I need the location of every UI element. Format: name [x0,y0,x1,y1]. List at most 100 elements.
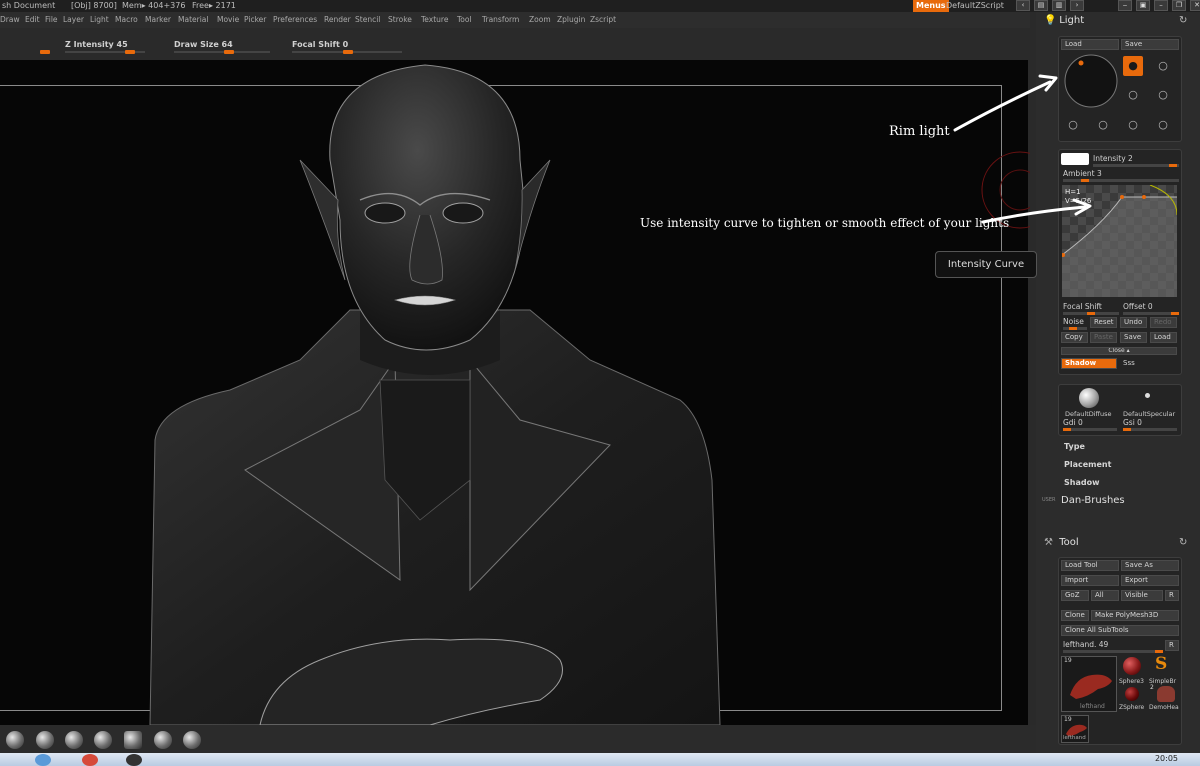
light-bulb-icon[interactable]: ○ [1153,115,1173,135]
light-bulb-icon[interactable]: ○ [1153,85,1173,105]
layout-icon[interactable]: ▤ [1034,0,1048,11]
sphere3-icon[interactable] [1123,657,1141,675]
z-intensity-knob[interactable] [125,50,135,54]
goz-visible-button[interactable]: Visible [1121,590,1163,601]
draw-size-slider[interactable]: Draw Size 64 [174,40,270,54]
reset-icon[interactable]: ↻ [1179,15,1187,26]
material-cube-icon[interactable] [124,731,142,749]
minimize-window-icon[interactable]: – [1154,0,1168,11]
shadow-section[interactable]: Shadow [1064,478,1099,487]
z-intensity-slider[interactable]: Z Intensity 45 [65,40,145,54]
material-sphere-icon[interactable] [154,731,172,749]
minimize-icon[interactable]: ‒ [1118,0,1132,11]
layout-icon-2[interactable]: ▥ [1052,0,1066,11]
menu-draw[interactable]: Draw [0,12,20,28]
ambient-slider[interactable]: Ambient 3 [1063,169,1179,183]
curve-undo-button[interactable]: Undo [1120,317,1147,328]
curve-noise-slider[interactable]: Noise [1063,317,1087,331]
clone-all-subtools-button[interactable]: Clone All SubTools [1061,625,1179,636]
light-bulb-icon[interactable]: ○ [1093,115,1113,135]
dan-brushes-palette-title[interactable]: Dan-Brushes [1061,495,1125,506]
gsi-slider[interactable]: Gsi 0 [1123,418,1177,432]
light-bulb-icon[interactable]: ● [1123,56,1143,76]
placement-section[interactable]: Placement [1064,460,1111,469]
menu-zscript[interactable]: Zscript [590,12,616,28]
shadow-tab-button[interactable]: Shadow [1061,358,1117,369]
export-button[interactable]: Export [1121,575,1179,586]
menu-zplugin[interactable]: Zplugin [557,12,585,28]
curve-load-button[interactable]: Load [1150,332,1177,343]
menu-picker[interactable]: Picker [244,12,266,28]
menu-movie[interactable]: Movie [217,12,239,28]
light-bulb-icon[interactable]: ○ [1123,115,1143,135]
material-sphere-icon[interactable] [6,731,24,749]
app-icon[interactable] [126,754,142,766]
menu-transform[interactable]: Transform [482,12,519,28]
material-sphere-icon[interactable] [94,731,112,749]
browser-icon[interactable] [82,754,98,766]
menu-tool[interactable]: Tool [457,12,472,28]
menu-material[interactable]: Material [178,12,208,28]
light-palette-title[interactable]: 💡 Light [1044,15,1084,26]
menus-toggle-button[interactable]: Menus [913,0,949,12]
menu-macro[interactable]: Macro [115,12,138,28]
light-save-button[interactable]: Save [1121,39,1179,50]
goz-all-button[interactable]: All [1091,590,1119,601]
curve-save-button[interactable]: Save [1120,332,1147,343]
light-placement-sphere[interactable] [1063,53,1119,109]
curve-copy-button[interactable]: Copy [1061,332,1088,343]
default-zscript-button[interactable]: DefaultZScript [946,0,1004,12]
simplebrush-icon[interactable]: S [1155,654,1167,674]
material-sphere-icon[interactable] [36,731,54,749]
gdi-slider[interactable]: Gdi 0 [1063,418,1117,432]
draw-size-knob[interactable] [224,50,234,54]
focal-shift-slider[interactable]: Focal Shift 0 [292,40,402,54]
zsphere-icon[interactable] [1125,687,1139,701]
close-icon[interactable]: ✕ [1190,0,1200,11]
rgb-slider[interactable] [40,40,50,54]
restore-icon[interactable]: ❐ [1172,0,1186,11]
light-bulb-icon[interactable]: ○ [1153,56,1173,76]
load-tool-button[interactable]: Load Tool [1061,560,1119,571]
menu-layer[interactable]: Layer [63,12,84,28]
menu-stencil[interactable]: Stencil [355,12,380,28]
menu-preferences[interactable]: Preferences [273,12,317,28]
light-load-button[interactable]: Load [1061,39,1119,50]
curve-offset-slider[interactable]: Offset 0 [1123,302,1179,316]
menu-light[interactable]: Light [90,12,109,28]
demohead-icon[interactable] [1157,686,1175,702]
intensity-slider[interactable]: Intensity 2 [1093,154,1179,168]
goz-button[interactable]: GoZ [1061,590,1089,601]
curve-focal-shift-slider[interactable]: Focal Shift [1063,302,1119,316]
light-bulb-icon[interactable]: ○ [1063,115,1083,135]
menu-render[interactable]: Render [324,12,351,28]
type-section[interactable]: Type [1064,442,1085,451]
lefthand-tool-thumbnail[interactable]: 19 lefthand [1061,656,1117,712]
import-button[interactable]: Import [1061,575,1119,586]
light-bulb-icon[interactable]: ○ [1123,85,1143,105]
diffuse-material-icon[interactable] [1079,388,1099,408]
menu-stroke[interactable]: Stroke [388,12,412,28]
light-color-swatch[interactable] [1061,153,1089,165]
current-tool-slider[interactable]: lefthand. 49 [1063,640,1163,654]
menu-texture[interactable]: Texture [421,12,448,28]
material-sphere-icon[interactable] [65,731,83,749]
curve-redo-button[interactable]: Redo [1150,317,1177,328]
curve-paste-button[interactable]: Paste [1090,332,1117,343]
make-polymesh-button[interactable]: Make PolyMesh3D [1091,610,1179,621]
tool-r-button[interactable]: R [1165,640,1179,651]
menu-file[interactable]: File [45,12,58,28]
lock-icon[interactable]: ▣ [1136,0,1150,11]
tool-palette-title[interactable]: ⚒ Tool [1044,537,1079,548]
menu-edit[interactable]: Edit [25,12,40,28]
scroll-right-icon[interactable]: › [1070,0,1084,11]
menu-marker[interactable]: Marker [145,12,171,28]
app-icon[interactable] [35,754,51,766]
specular-material-icon[interactable] [1145,393,1150,398]
lefthand-subtool-thumbnail[interactable]: 19 lefthand [1061,715,1089,743]
tool-reset-icon[interactable]: ↻ [1179,537,1187,548]
material-sphere-icon[interactable] [183,731,201,749]
menu-zoom[interactable]: Zoom [529,12,551,28]
scroll-left-icon[interactable]: ‹ [1016,0,1030,11]
goz-r-button[interactable]: R [1165,590,1179,601]
